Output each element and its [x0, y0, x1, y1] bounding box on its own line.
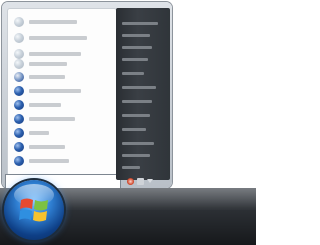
places-item[interactable] [122, 128, 146, 131]
program-item[interactable] [14, 112, 112, 126]
places-item[interactable] [122, 72, 144, 75]
program-icon [14, 17, 24, 27]
logo-yellow-pane [33, 211, 47, 222]
program-icon [14, 59, 24, 69]
places-item[interactable] [122, 142, 154, 145]
program-item[interactable] [14, 140, 112, 154]
program-icon [14, 114, 24, 124]
program-item[interactable] [14, 98, 112, 112]
program-item[interactable] [14, 31, 112, 45]
start-menu [2, 2, 172, 189]
places-item[interactable] [122, 166, 140, 169]
lock-icon[interactable] [137, 178, 144, 185]
logo-red-pane [20, 198, 33, 209]
program-icon [14, 100, 24, 110]
start-button[interactable] [4, 180, 64, 240]
program-item[interactable] [14, 126, 112, 140]
program-item[interactable] [14, 57, 112, 71]
program-item[interactable] [14, 84, 112, 98]
program-label-placeholder [29, 159, 69, 163]
program-item[interactable] [14, 15, 112, 29]
places-item[interactable] [122, 86, 156, 89]
places-item[interactable] [122, 22, 158, 25]
places-item[interactable] [122, 114, 150, 117]
places-pane [116, 8, 170, 180]
program-label-placeholder [29, 36, 87, 40]
places-item[interactable] [122, 34, 150, 37]
program-icon [14, 128, 24, 138]
logo-green-pane [34, 200, 48, 211]
program-label-placeholder [29, 20, 77, 24]
places-item[interactable] [122, 46, 152, 49]
program-item[interactable] [14, 70, 112, 84]
places-item[interactable] [122, 154, 150, 157]
program-label-placeholder [29, 62, 67, 66]
program-label-placeholder [29, 52, 81, 56]
program-icon [14, 72, 24, 82]
logo-blue-pane [19, 209, 32, 220]
power-icon[interactable] [127, 178, 134, 185]
program-label-placeholder [29, 145, 65, 149]
program-icon [14, 33, 24, 43]
chevron-right-icon[interactable] [147, 179, 153, 183]
program-label-placeholder [29, 117, 75, 121]
places-item[interactable] [122, 100, 152, 103]
program-label-placeholder [29, 103, 61, 107]
program-icon [14, 156, 24, 166]
program-label-placeholder [29, 89, 81, 93]
program-label-placeholder [29, 131, 49, 135]
program-icon [14, 86, 24, 96]
program-label-placeholder [29, 75, 65, 79]
places-item[interactable] [122, 58, 148, 61]
program-icon [14, 142, 24, 152]
program-item[interactable] [14, 154, 112, 168]
windows-logo-icon [19, 198, 48, 222]
power-controls [120, 177, 170, 186]
programs-pane [7, 8, 117, 176]
